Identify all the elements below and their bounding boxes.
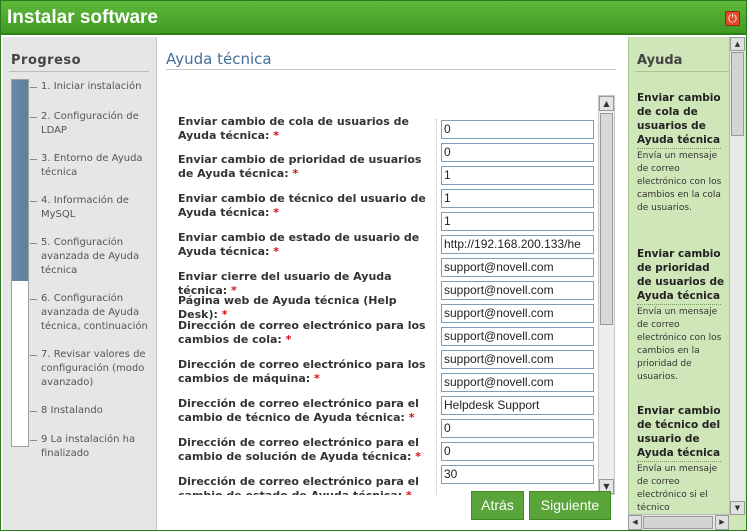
input-field[interactable]: 1 <box>441 212 594 231</box>
field-label: Dirección de correo electrónico para los… <box>178 358 426 385</box>
installer-window: Instalar software ⏻ Progreso 1. Iniciar … <box>0 0 747 531</box>
scroll-down-icon[interactable]: ▼ <box>730 501 745 515</box>
input-field[interactable]: support@novell.com <box>441 281 594 300</box>
step-8: 8 Instalando <box>41 405 103 416</box>
main-panel: Ayuda técnica 0 0 1 1 1 http://192.168.2… <box>158 37 628 530</box>
input-field[interactable]: 0 <box>441 442 594 461</box>
step-marker <box>30 201 37 202</box>
step-5: 5. Configuración avanzada de Ayuda técni… <box>41 237 140 276</box>
field-label: Enviar cambio de técnico del usuario de … <box>178 192 426 219</box>
step-9: 9 La instalación ha finalizado <box>41 434 136 459</box>
help-title: Ayuda <box>637 53 683 68</box>
input-field[interactable]: 1 <box>441 166 594 185</box>
input-field[interactable]: 0 <box>441 419 594 438</box>
help-separator <box>637 148 721 149</box>
step-1: 1. Iniciar instalación <box>41 81 142 92</box>
scroll-up-icon[interactable]: ▲ <box>730 37 745 51</box>
next-button[interactable]: Siguiente <box>529 491 611 520</box>
input-field[interactable]: support@novell.com <box>441 304 594 323</box>
step-marker <box>30 440 37 441</box>
scroll-left-icon[interactable]: ◀ <box>628 515 642 530</box>
field-label: Dirección de correo electrónico para los… <box>178 319 426 346</box>
input-field[interactable]: support@novell.com <box>441 327 594 346</box>
input-field[interactable]: 0 <box>441 143 594 162</box>
help-divider <box>635 71 731 72</box>
help-separator <box>637 304 721 305</box>
step-marker <box>30 299 37 300</box>
help-content: Enviar cambio de cola de usuarios de Ayu… <box>629 75 729 515</box>
progress-bar <box>11 79 29 447</box>
help-text: Envía un mensaje de correo electrónico c… <box>637 307 722 382</box>
form-scrollbar[interactable]: ▲ ▼ <box>598 95 615 495</box>
help-text: Envía un mensaje de correo electrónico s… <box>637 464 718 513</box>
step-4: 4. Información de MySQL <box>41 195 129 220</box>
progress-bar-fill <box>12 80 28 282</box>
back-button[interactable]: Atrás <box>471 491 524 520</box>
field-label: Dirección de correo electrónico para el … <box>178 436 422 463</box>
help-scrollbar[interactable]: ▲ ▼ <box>729 37 745 515</box>
title-divider <box>166 69 616 70</box>
step-marker <box>30 87 37 88</box>
close-icon[interactable]: ⏻ <box>725 11 740 26</box>
step-6: 6. Configuración avanzada de Ayuda técni… <box>41 293 148 332</box>
help-heading: Enviar cambio de técnico del usuario de … <box>637 405 721 459</box>
step-3: 3. Entorno de Ayuda técnica <box>41 153 143 178</box>
step-marker <box>30 243 37 244</box>
step-marker <box>30 355 37 356</box>
scrollbar-thumb[interactable] <box>643 516 713 529</box>
help-heading: Enviar cambio de prioridad de usuarios d… <box>637 248 725 302</box>
scrollbar-thumb[interactable] <box>731 52 744 136</box>
help-text: Envía un mensaje de correo electrónico c… <box>637 151 722 213</box>
input-field[interactable]: 0 <box>441 120 594 139</box>
input-field[interactable]: 30 <box>441 465 594 484</box>
help-horizontal-scrollbar[interactable]: ◀ ▶ <box>628 514 729 530</box>
progress-divider <box>9 71 149 72</box>
input-field[interactable]: http://192.168.200.133/he <box>441 235 594 254</box>
page-title: Ayuda técnica <box>166 50 272 68</box>
progress-title: Progreso <box>11 53 82 68</box>
input-field[interactable]: 1 <box>441 189 594 208</box>
input-field[interactable]: support@novell.com <box>441 373 594 392</box>
window-title: Instalar software <box>7 7 158 28</box>
step-marker <box>30 117 37 118</box>
field-label: Dirección de correo electrónico para el … <box>178 397 419 424</box>
step-marker <box>30 159 37 160</box>
title-bar: Instalar software ⏻ <box>1 1 746 35</box>
field-label: Enviar cambio de estado de usuario de Ay… <box>178 231 420 258</box>
field-label: Dirección de correo electrónico para el … <box>178 475 419 495</box>
step-marker <box>30 411 37 412</box>
settings-form: 0 0 1 1 1 http://192.168.200.133/he supp… <box>178 117 598 495</box>
help-heading: Enviar cambio de cola de usuarios de Ayu… <box>637 92 721 146</box>
field-label: Enviar cambio de cola de usuarios de Ayu… <box>178 117 409 142</box>
scrollbar-thumb[interactable] <box>600 113 613 325</box>
scroll-right-icon[interactable]: ▶ <box>715 515 729 530</box>
progress-panel: Progreso 1. Iniciar instalación 2. Confi… <box>3 37 157 530</box>
input-field[interactable]: support@novell.com <box>441 258 594 277</box>
help-separator <box>637 461 721 462</box>
step-7: 7. Revisar valores de configuración (mod… <box>41 349 146 388</box>
input-field[interactable]: support@novell.com <box>441 350 594 369</box>
input-field[interactable]: Helpdesk Support <box>441 396 594 415</box>
field-label: Enviar cambio de prioridad de usuarios d… <box>178 153 422 180</box>
step-2: 2. Configuración de LDAP <box>41 111 139 136</box>
field-label: Página web de Ayuda técnica (Help Desk):… <box>178 294 397 321</box>
scroll-up-icon[interactable]: ▲ <box>599 96 614 111</box>
